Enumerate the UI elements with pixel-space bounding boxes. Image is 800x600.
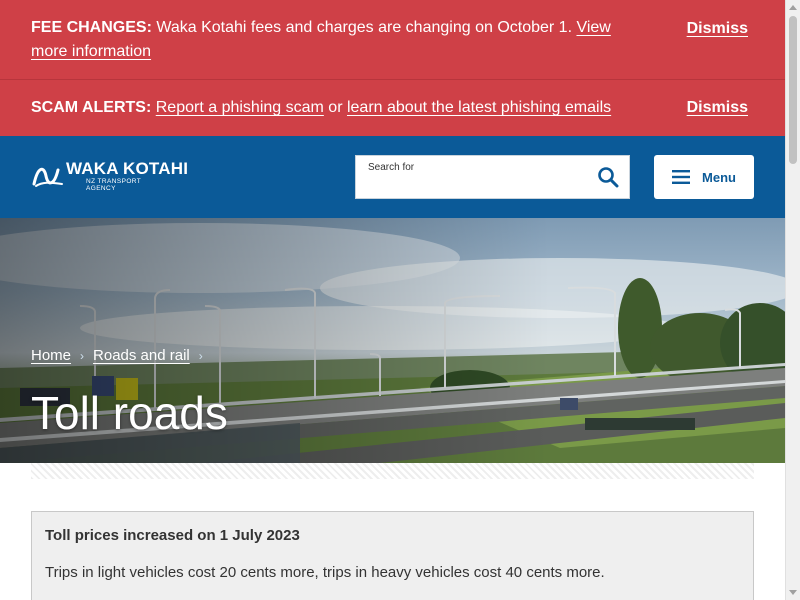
waka-kotahi-logo-icon [32,167,63,187]
breadcrumb-chevron-icon: › [80,348,85,363]
search-input[interactable] [366,174,586,196]
menu-label: Menu [702,169,736,185]
notice-body: Trips in light vehicles cost 20 cents mo… [45,564,605,581]
scroll-thumb[interactable] [789,16,797,164]
search-box: Search for [355,155,630,199]
scroll-up-icon[interactable] [789,5,797,10]
breadcrumb-home-link[interactable]: Home [31,347,71,364]
fee-alert-dismiss-button[interactable]: Dismiss [687,17,748,41]
waka-kotahi-logo[interactable]: WAKA KOTAHI NZ TRANSPORT AGENCY [32,160,188,192]
vertical-scrollbar[interactable] [785,0,800,600]
toll-price-notice: Toll prices increased on 1 July 2023 Tri… [31,511,754,600]
search-label: Search for [368,162,415,173]
breadcrumb-chevron-icon: › [198,348,203,363]
fee-alert-text: Waka Kotahi fees and charges are changin… [151,19,577,36]
fee-changes-alert: FEE CHANGES: Waka Kotahi fees and charge… [0,0,785,79]
scam-alerts-alert: SCAM ALERTS: Report a phishing scam or l… [0,79,785,136]
scam-alert-joiner: or [323,99,347,116]
scam-alert-heading: SCAM ALERTS: [31,99,152,116]
fee-alert-heading: FEE CHANGES: [31,19,152,36]
scam-alert-dismiss-button[interactable]: Dismiss [687,96,748,120]
logo-subtitle-line2: AGENCY [86,184,116,192]
report-phishing-scam-link[interactable]: Report a phishing scam [156,99,324,116]
scroll-down-icon[interactable] [789,590,797,595]
hamburger-icon [672,170,691,184]
menu-button[interactable]: Menu [654,155,754,199]
decorative-hatch-divider [31,463,754,479]
page: FEE CHANGES: Waka Kotahi fees and charge… [0,0,785,600]
logo-title: WAKA KOTAHI [66,159,189,178]
breadcrumb-roads-and-rail-link[interactable]: Roads and rail [93,347,190,364]
page-title: Toll roads [31,387,228,439]
site-header: WAKA KOTAHI NZ TRANSPORT AGENCY Search f… [0,136,785,218]
notice-title: Toll prices increased on 1 July 2023 [45,527,300,544]
latest-phishing-emails-link[interactable]: learn about the latest phishing emails [347,99,611,116]
hero-banner: Home › Roads and rail › Toll roads [0,218,785,463]
search-icon[interactable] [597,166,619,188]
breadcrumb: Home › Roads and rail › [31,347,212,364]
